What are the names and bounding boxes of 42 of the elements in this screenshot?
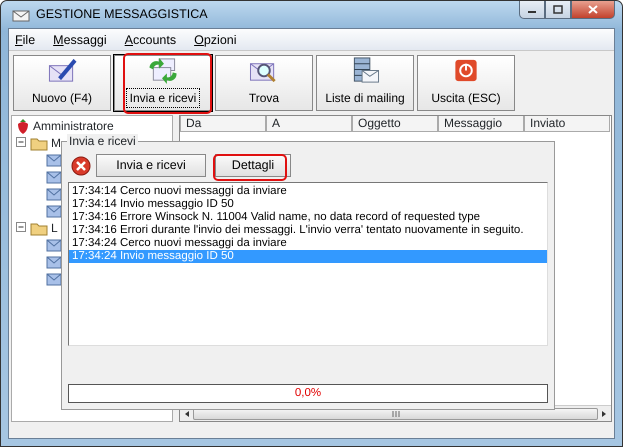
column-header[interactable]: Messaggio	[438, 116, 524, 132]
close-icon[interactable]	[70, 154, 92, 176]
collapse-icon[interactable]	[16, 222, 27, 233]
menu-item[interactable]: Accounts	[124, 31, 176, 48]
toolbar-button[interactable]: Uscita (ESC)	[417, 55, 515, 111]
tree-item[interactable]: L	[51, 218, 58, 236]
toolbar-button[interactable]: Invia e ricevi	[114, 55, 212, 111]
scroll-right-icon[interactable]	[600, 410, 608, 418]
column-header[interactable]: A	[266, 116, 352, 132]
toolbar-button[interactable]: Nuovo (F4)	[13, 55, 111, 111]
log-entry[interactable]: 17:34:16 Errore Winsock N. 11004 Valid name, no data record of requested type	[69, 211, 547, 224]
progress-reading: 0,0%	[294, 386, 322, 401]
envelope-icon	[12, 8, 30, 22]
log-entry[interactable]: 17:34:24 Cerco nuovi messaggi da inviare	[69, 237, 547, 250]
log-entry[interactable]: 17:34:16 Errori durante l'invio dei messaggi. L'invio verra' tentato nuovamente in seguito.	[69, 224, 547, 237]
mail-icon	[46, 152, 62, 166]
maximize-icon[interactable]	[553, 5, 563, 14]
tree-item[interactable]: Amministratore	[33, 116, 114, 134]
mail-icon	[46, 186, 62, 200]
grip-icon	[392, 410, 400, 416]
log-entry[interactable]: 17:34:14 Cerco nuovi messaggi da inviare	[69, 185, 547, 198]
strawberry-icon	[16, 118, 30, 134]
window-title: GESTIONE MESSAGGISTICA	[36, 6, 208, 24]
menu-item[interactable]: Messaggi	[53, 31, 107, 48]
menu-item[interactable]: File	[15, 31, 36, 48]
column-header[interactable]: Inviato	[524, 116, 610, 132]
column-header[interactable]: Da	[180, 116, 266, 132]
dialog-button[interactable]: Invia e ricevi	[96, 154, 206, 177]
send-receive-icon	[147, 56, 179, 85]
menu-item[interactable]: Opzioni	[194, 31, 237, 48]
toolbar-button[interactable]: Trova	[215, 55, 313, 111]
tree-item[interactable]: M	[51, 134, 61, 152]
collapse-icon[interactable]	[16, 137, 27, 148]
toolbar-button[interactable]: Liste di mailing	[316, 55, 414, 111]
mail-icon	[46, 272, 62, 286]
mail-icon	[46, 204, 62, 218]
column-header[interactable]: Oggetto	[352, 116, 438, 132]
mail-icon	[46, 170, 62, 184]
dialog-title: Invia e ricevi	[67, 134, 138, 148]
mail-icon	[46, 254, 62, 268]
log-entry[interactable]: 17:34:14 Invio messaggio ID 50	[69, 198, 547, 211]
mail-icon	[46, 238, 62, 252]
